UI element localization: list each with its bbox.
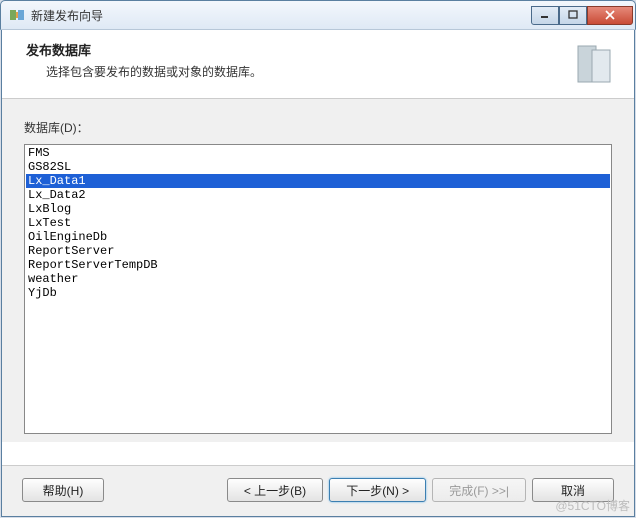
page-subtitle: 选择包含要发布的数据或对象的数据库。 — [46, 63, 562, 80]
list-item[interactable]: GS82SL — [26, 160, 610, 174]
back-button[interactable]: < 上一步(B) — [227, 478, 323, 502]
close-button[interactable] — [587, 6, 633, 25]
list-item[interactable]: LxBlog — [26, 202, 610, 216]
next-button[interactable]: 下一步(N) > — [329, 478, 426, 502]
list-item[interactable]: LxTest — [26, 216, 610, 230]
database-listbox[interactable]: FMSGS82SLLx_Data1Lx_Data2LxBlogLxTestOil… — [24, 144, 612, 434]
window-controls — [531, 6, 633, 25]
list-item[interactable]: Lx_Data1 — [26, 174, 610, 188]
button-bar: 帮助(H) < 上一步(B) 下一步(N) > 完成(F) >>| 取消 — [2, 465, 634, 516]
finish-button: 完成(F) >>| — [432, 478, 526, 502]
header-icon — [570, 40, 618, 88]
list-item[interactable]: YjDb — [26, 286, 610, 300]
maximize-button[interactable] — [559, 6, 587, 25]
list-item[interactable]: FMS — [26, 146, 610, 160]
list-item[interactable]: ReportServerTempDB — [26, 258, 610, 272]
titlebar: 新建发布向导 — [0, 0, 636, 30]
help-button[interactable]: 帮助(H) — [22, 478, 104, 502]
list-item[interactable]: Lx_Data2 — [26, 188, 610, 202]
minimize-button[interactable] — [531, 6, 559, 25]
page-title: 发布数据库 — [26, 40, 562, 59]
window-title: 新建发布向导 — [31, 7, 531, 24]
app-icon — [9, 7, 25, 23]
list-item[interactable]: weather — [26, 272, 610, 286]
cancel-button[interactable]: 取消 — [532, 478, 614, 502]
wizard-frame: 发布数据库 选择包含要发布的数据或对象的数据库。 数据库(D)： FMSGS82… — [1, 30, 635, 517]
list-item[interactable]: OilEngineDb — [26, 230, 610, 244]
list-item[interactable]: ReportServer — [26, 244, 610, 258]
wizard-content: 数据库(D)： FMSGS82SLLx_Data1Lx_Data2LxBlogL… — [2, 99, 634, 442]
wizard-header: 发布数据库 选择包含要发布的数据或对象的数据库。 — [2, 30, 634, 99]
database-label: 数据库(D)： — [24, 119, 612, 136]
